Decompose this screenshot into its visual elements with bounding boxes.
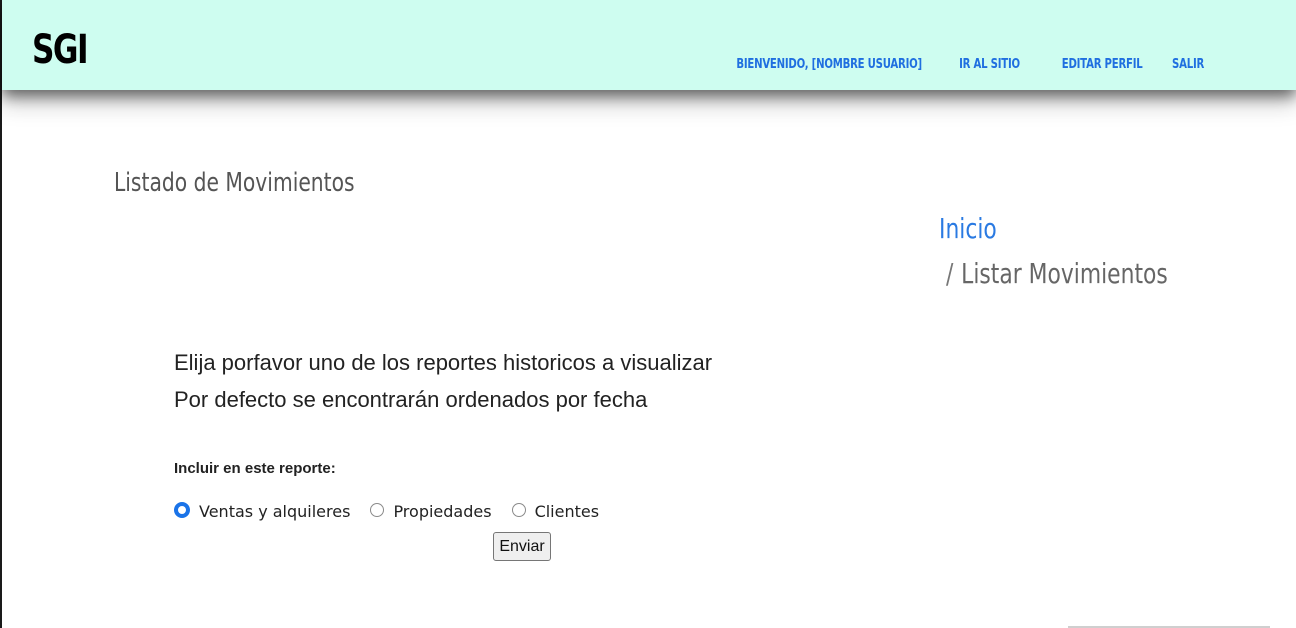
report-type-radio-group: Ventas y alquileres Propiedades Clientes <box>174 501 619 521</box>
radio-button-ventas[interactable] <box>174 501 190 518</box>
radio-button-propiedades[interactable] <box>370 502 385 517</box>
page: SGI Bienvenido, [nombre usuario] Ir al s… <box>0 0 1296 628</box>
radio-label-clientes[interactable]: Clientes <box>535 502 600 521</box>
radio-option-clientes[interactable]: Clientes <box>511 502 600 521</box>
radio-option-ventas[interactable]: Ventas y alquileres <box>174 501 350 521</box>
nav-welcome-user[interactable]: Bienvenido, [nombre usuario] <box>736 57 922 72</box>
submit-button[interactable]: Enviar <box>493 532 551 561</box>
breadcrumb-current: / Listar Movimientos <box>946 257 1168 290</box>
left-border <box>0 0 2 628</box>
breadcrumb-home-link[interactable]: Inicio <box>939 212 997 245</box>
breadcrumb-current-label: Listar Movimientos <box>961 257 1168 290</box>
header: SGI Bienvenido, [nombre usuario] Ir al s… <box>2 0 1296 90</box>
radio-label-propiedades[interactable]: Propiedades <box>393 502 491 521</box>
intro-text: Elija porfavor uno de los reportes histo… <box>174 344 712 418</box>
breadcrumb-separator: / <box>946 257 954 290</box>
radio-button-clientes[interactable] <box>511 502 526 517</box>
nav-go-to-site[interactable]: Ir al sitio <box>959 57 1020 72</box>
intro-line-2: Por defecto se encontrarán ordenados por… <box>174 387 648 412</box>
brand-logo[interactable]: SGI <box>32 26 89 74</box>
nav-logout[interactable]: Salir <box>1172 57 1204 72</box>
top-nav: Bienvenido, [nombre usuario] Ir al sitio… <box>684 55 1204 73</box>
intro-line-1: Elija porfavor uno de los reportes histo… <box>174 350 713 375</box>
page-title: Listado de Movimientos <box>114 168 355 198</box>
report-include-label: Incluir en este reporte: <box>174 460 336 477</box>
nav-edit-profile[interactable]: Editar perfil <box>1062 57 1143 72</box>
radio-label-ventas[interactable]: Ventas y alquileres <box>199 502 350 521</box>
radio-option-propiedades[interactable]: Propiedades <box>370 502 492 521</box>
